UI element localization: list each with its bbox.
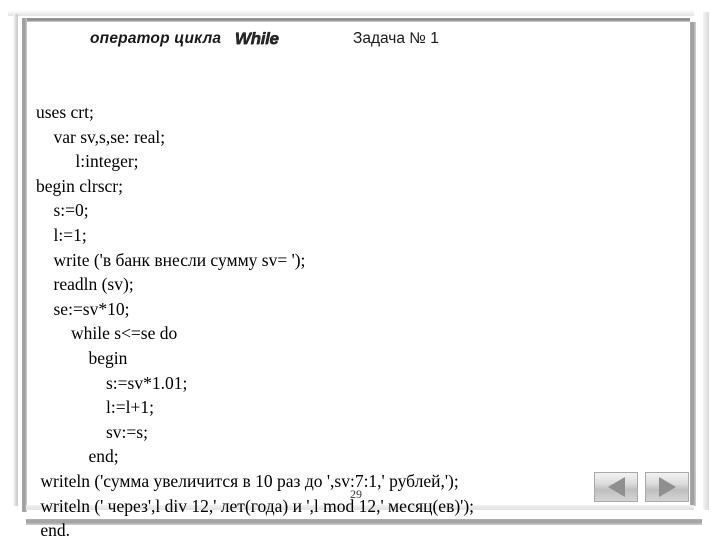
- code-line: l:=1;: [36, 224, 87, 245]
- code-line: l:integer;: [36, 151, 139, 172]
- title-task-number: Задача № 1: [353, 30, 439, 47]
- code-line: end.: [36, 520, 71, 541]
- slide-frame-right-outer: [703, 12, 709, 510]
- title-keyword-while: While: [235, 29, 279, 48]
- slide-frame-left-inner: [22, 18, 27, 512]
- code-line: se:=sv*10;: [36, 298, 130, 319]
- next-slide-button[interactable]: [645, 472, 689, 502]
- slide-frame-top-outer: [8, 10, 694, 16]
- code-line: uses crt;: [36, 102, 94, 122]
- code-line: s:=sv*1.01;: [36, 372, 188, 393]
- code-line: sv:=s;: [36, 421, 148, 442]
- triangle-left-icon: [607, 477, 625, 497]
- previous-slide-button[interactable]: [594, 472, 638, 502]
- triangle-right-icon: [658, 477, 676, 497]
- code-line: while s<=se do: [36, 323, 178, 344]
- slide-frame-left-outer: [13, 14, 18, 506]
- pascal-code-block: uses crt; var sv,s,se: real; l:integer; b…: [36, 100, 666, 543]
- code-line: begin clrscr;: [36, 175, 123, 196]
- page-number: 29: [350, 487, 362, 501]
- slide-frame-right-inner: [690, 22, 696, 506]
- code-line: readln (sv);: [36, 274, 134, 295]
- code-line: write ('в банк внесли сумму sv= ');: [36, 249, 306, 270]
- code-line: var sv,s,se: real;: [36, 126, 166, 147]
- code-line: end;: [36, 446, 119, 467]
- slide-title: оператор цикла While Задача № 1: [28, 29, 678, 60]
- presentation-slide: оператор цикла While Задача № 1 uses crt…: [0, 0, 720, 540]
- code-line: l:=l+1;: [36, 397, 154, 418]
- code-line: begin: [36, 347, 128, 368]
- slide-frame-top-inner: [22, 18, 690, 22]
- title-phrase: оператор цикла: [90, 30, 222, 47]
- code-line: s:=0;: [36, 200, 89, 221]
